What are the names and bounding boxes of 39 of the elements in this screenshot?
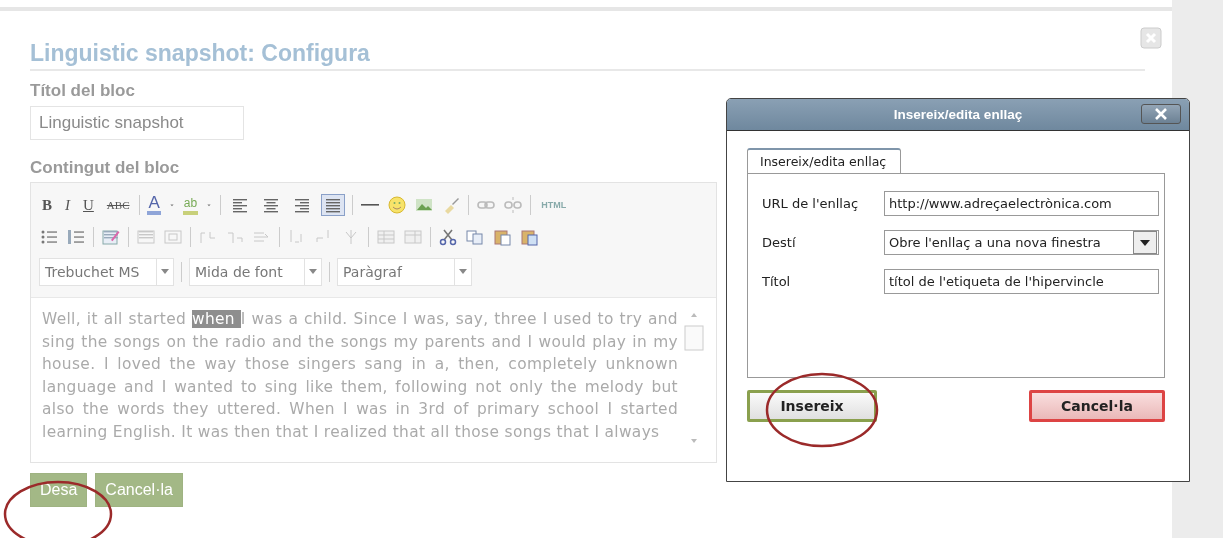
dialog-button[interactable]: Insereix	[747, 390, 877, 422]
edit-icon[interactable]	[101, 228, 121, 246]
close-button[interactable]	[1141, 104, 1181, 124]
field-label: URL de l'enllaç	[762, 196, 860, 211]
field-label: Títol del bloc	[30, 81, 135, 101]
dropdown[interactable]: Trebuchet MS	[39, 258, 174, 286]
format-button[interactable]: ABC	[103, 199, 133, 211]
close-icon	[1154, 108, 1168, 120]
paste-icon[interactable]	[492, 228, 512, 246]
field-label: Títol	[762, 274, 792, 289]
format-button[interactable]: B	[39, 196, 55, 214]
tab[interactable]: Insereix/edita enllaç	[747, 148, 902, 173]
unlink-icon[interactable]	[503, 196, 524, 214]
format-button[interactable]: U	[80, 196, 97, 214]
color-button[interactable]: A	[147, 195, 161, 215]
input-field[interactable]: Linguistic snapshot	[30, 106, 244, 140]
cut-icon[interactable]	[438, 228, 458, 246]
close-icon[interactable]	[1140, 27, 1162, 49]
format-button[interactable]: I	[62, 196, 73, 214]
field-label: Contingut del bloc	[30, 158, 180, 178]
align-button[interactable]	[321, 194, 346, 216]
image-icon[interactable]	[414, 196, 435, 214]
caret-icon[interactable]	[1140, 239, 1150, 246]
dialog-button[interactable]: Cancel·la	[1029, 390, 1165, 422]
page-title: Linguistic snapshot: Configura	[30, 40, 1145, 71]
paste-word-icon[interactable]	[519, 228, 539, 246]
dropdown[interactable]: Paràgraf	[337, 258, 472, 286]
smiley-icon[interactable]	[387, 196, 408, 214]
table-icon[interactable]	[376, 228, 396, 246]
field-label: Destí	[762, 235, 797, 250]
bullet-list-icon[interactable]	[39, 228, 59, 246]
input-field[interactable]: http://www.adreçaelectrònica.com	[884, 191, 1159, 216]
dialog-title: Insereix/edita enllaç	[893, 107, 1023, 122]
input-field[interactable]: títol de l'etiqueta de l'hipervincle	[884, 269, 1159, 294]
select-field[interactable]: Obre l'enllaç a una nova finestra	[884, 230, 1159, 255]
dropdown[interactable]: Mida de font	[189, 258, 322, 286]
copy-icon[interactable]	[465, 228, 485, 246]
numbered-list-icon[interactable]	[66, 228, 86, 246]
grid-icon[interactable]	[403, 228, 423, 246]
